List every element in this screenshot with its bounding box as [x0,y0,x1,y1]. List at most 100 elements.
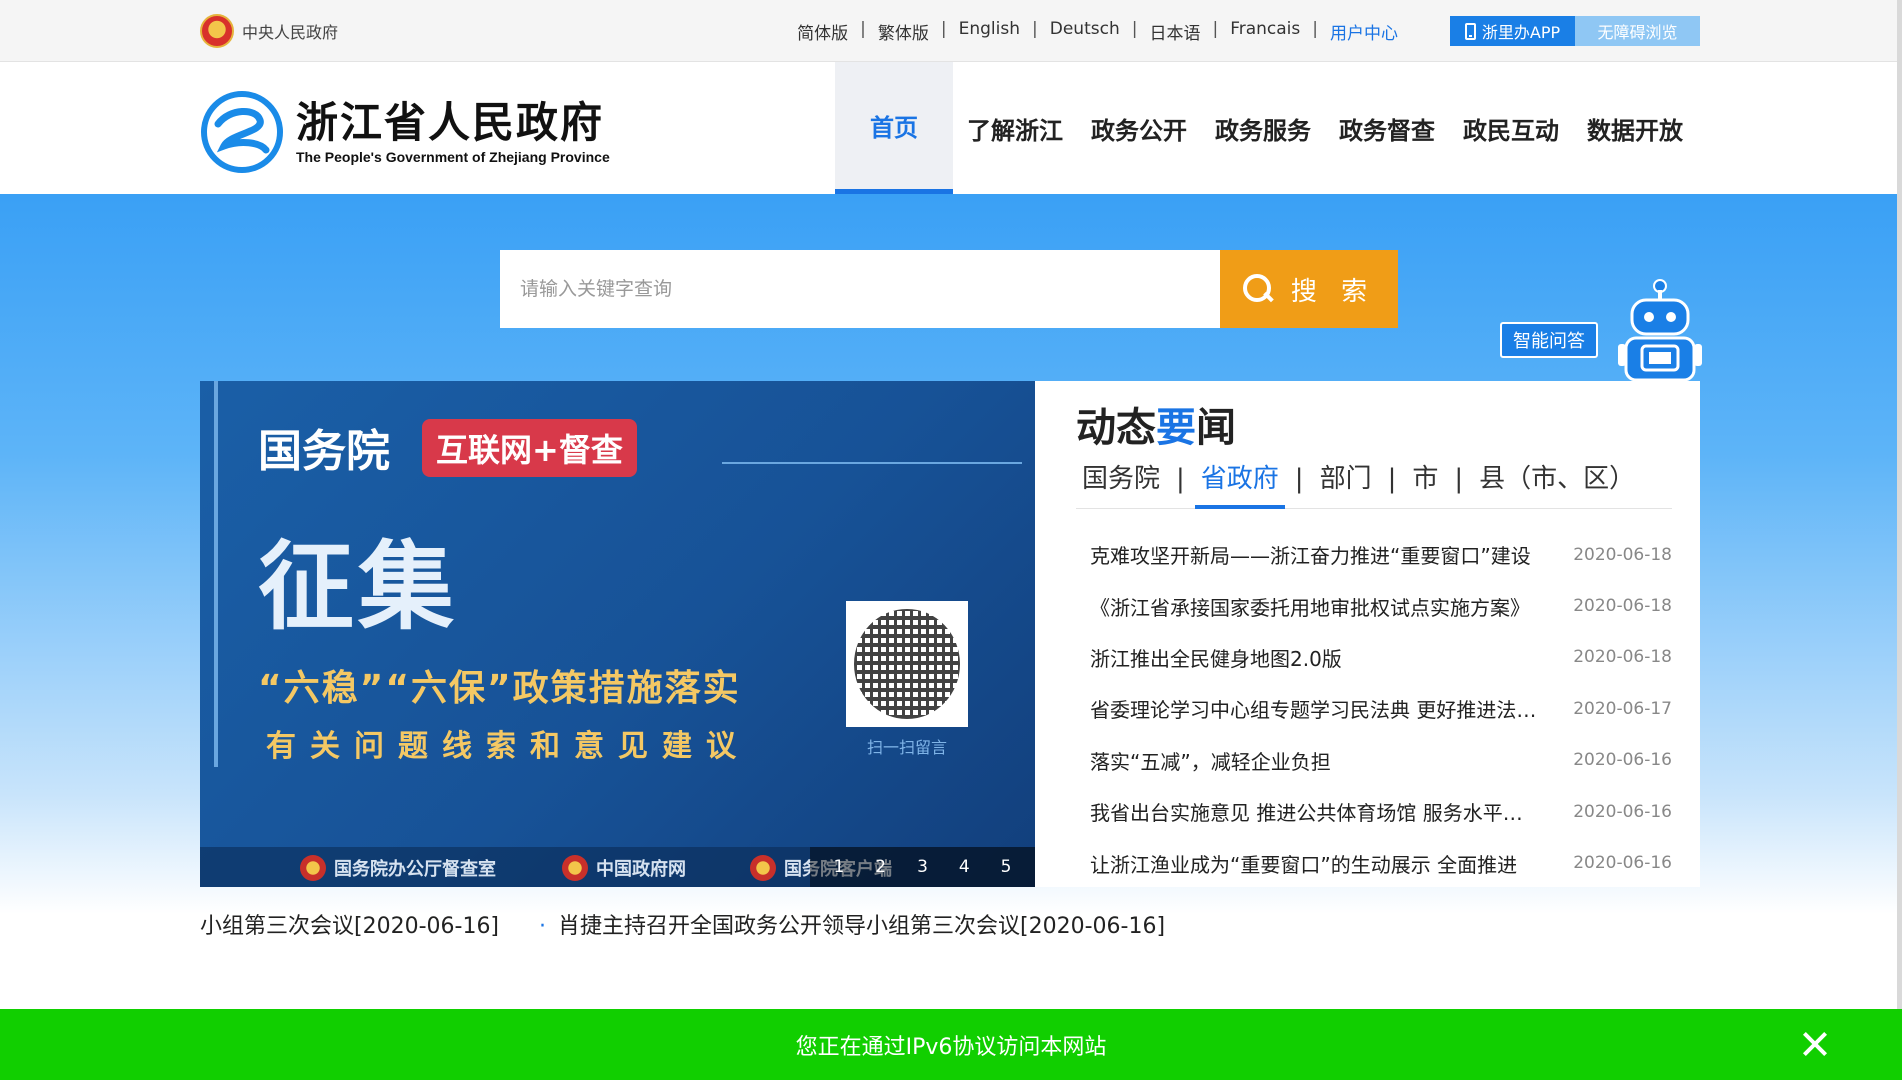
news-title: 省委理论学习中心组专题学习民法典 更好推进法治浙江建设 [1090,698,1542,723]
language-switcher: 简体版 | 繁体版 | English | Deutsch | 日本语 | Francai… [785,19,1410,44]
slide-4[interactable]: 4 [959,857,970,877]
slide-1[interactable]: 1 [833,857,844,877]
ipv6-notice-text: 您正在通过IPv6协议访问本网站 [795,1034,1107,1060]
news-item[interactable]: 让浙江渔业成为“重要窗口”的生动展示 全面推进 2020-06-16 [1076,837,1672,888]
banner-title-tag: 互联网+督查 [422,419,637,477]
news-section-title: 动态要闻 [1076,395,1236,453]
close-icon[interactable] [1798,1027,1832,1061]
bullet-icon: · [539,914,547,939]
nav-about-zhejiang[interactable]: 了解浙江 [953,62,1077,194]
site-header: 浙江省人民政府 The People's Government of Zheji… [0,62,1902,194]
zhejiang-logo-icon [201,91,283,173]
ticker-text: 肖捷主持召开全国政务公开领导小组第三次会议[2020-06-16] [558,914,1166,939]
ai-assistant-label[interactable]: 智能问答 [1500,322,1598,358]
banner-divider [722,462,1022,464]
news-item[interactable]: 《浙江省承接国家委托用地审批权试点实施方案》 2020-06-18 [1076,580,1672,631]
carousel-banner[interactable]: 国务院 互联网+督查 征集 “六稳”“六保”政策措施落实 有关问题线索和意见建议… [200,381,1035,887]
news-item[interactable]: 浙江推出全民健身地图2.0版 2020-06-18 [1076,632,1672,683]
qr-code [846,601,968,727]
top-utility-bar: 中央人民政府 简体版 | 繁体版 | English | Deutsch | 日本语 | … [0,0,1902,62]
banner-footer-label: 国务院办公厅督查室 [334,859,496,880]
logo-chinese-name: 浙江省人民政府 [296,98,605,147]
news-date: 2020-06-18 [1573,544,1672,565]
emblem-icon [300,855,326,881]
news-ticker: 小组第三次会议[2020-06-16] · 肖捷主持召开全国政务公开领导小组第三次… [200,908,1165,940]
qr-caption: 扫一扫留言 [866,738,947,757]
user-center-link[interactable]: 用户中心 [1318,19,1410,44]
emblem-icon [750,855,776,881]
slide-5[interactable]: 5 [1001,857,1012,877]
lang-german[interactable]: Deutsch [1038,19,1132,44]
nav-supervision[interactable]: 政务督查 [1325,62,1449,194]
search-bar: 搜 索 [500,250,1398,328]
news-tabs: 国务院 | 省政府 | 部门 | 市 | 县（市、区） [1076,461,1672,509]
nav-interaction[interactable]: 政民互动 [1449,62,1573,194]
page-scrollbar[interactable] [1897,0,1902,1009]
title-part: 闻 [1196,405,1236,451]
lang-french[interactable]: Francais [1218,19,1312,44]
app-download-button[interactable]: 浙里办APP [1450,16,1575,46]
news-list: 克难攻坚开新局——浙江奋力推进“重要窗口”建设 2020-06-18 《浙江省承接… [1076,529,1672,889]
nav-home[interactable]: 首页 [835,62,953,194]
banner-line-2: 有关问题线索和意见建议 [266,729,750,764]
news-title: 克难攻坚开新局——浙江奋力推进“重要窗口”建设 [1090,544,1531,569]
divider: | [1176,464,1185,494]
nav-gov-affairs-open[interactable]: 政务公开 [1077,62,1201,194]
ticker-item[interactable]: · 肖捷主持召开全国政务公开领导小组第三次会议[2020-06-16] [539,908,1165,940]
banner-title: 国务院 [258,426,390,477]
lang-japanese[interactable]: 日本语 [1137,19,1212,44]
search-input[interactable] [500,250,1220,328]
news-item[interactable]: 落实“五减”，减轻企业负担 2020-06-16 [1076,735,1672,786]
tab-departments[interactable]: 部门 [1314,461,1378,509]
news-date: 2020-06-18 [1573,647,1672,668]
lang-traditional[interactable]: 繁体版 [866,19,941,44]
site-logo[interactable]: 浙江省人民政府 The People's Government of Zheji… [200,90,610,174]
news-item[interactable]: 省委理论学习中心组专题学习民法典 更好推进法治浙江建设 2020-06-17 [1076,683,1672,734]
accessibility-button[interactable]: 无障碍浏览 [1575,16,1700,46]
news-date: 2020-06-18 [1573,596,1672,617]
nav-open-data[interactable]: 数据开放 [1573,62,1697,194]
central-gov-label: 中央人民政府 [242,23,339,42]
search-button[interactable]: 搜 索 [1220,250,1398,328]
search-button-label: 搜 索 [1290,276,1376,307]
news-title: 《浙江省承接国家委托用地审批权试点实施方案》 [1090,595,1530,620]
main-nav: 首页 了解浙江 政务公开 政务服务 政务督查 政民互动 数据开放 [835,62,1697,194]
slide-2[interactable]: 2 [875,857,886,877]
tab-cities[interactable]: 市 [1406,461,1444,509]
phone-icon [1464,22,1476,40]
news-date: 2020-06-16 [1573,801,1672,822]
banner-frame-line [214,381,218,767]
national-emblem-icon [200,14,234,48]
tab-state-council[interactable]: 国务院 [1076,461,1166,509]
central-gov-link[interactable]: 中央人民政府 [200,14,338,48]
news-title: 让浙江渔业成为“重要窗口”的生动展示 全面推进 [1090,852,1518,877]
divider: | [1387,464,1397,494]
app-button-label: 浙里办APP [1481,23,1561,42]
slide-3[interactable]: 3 [917,857,928,877]
banner-headline: 征集 [258,530,458,643]
news-item[interactable]: 克难攻坚开新局——浙江奋力推进“重要窗口”建设 2020-06-18 [1076,529,1672,580]
banner-footer-item: 国务院办公厅督查室 [300,855,496,881]
robot-assistant-icon[interactable] [1618,278,1702,382]
logo-english-name: The People's Government of Zhejiang Prov… [296,149,610,165]
title-part: 动态 [1076,405,1156,451]
tab-counties[interactable]: 县（市、区） [1473,461,1641,509]
nav-gov-services[interactable]: 政务服务 [1201,62,1325,194]
title-highlight: 要 [1156,405,1196,451]
divider: | [1294,464,1304,494]
news-title: 浙江推出全民健身地图2.0版 [1090,646,1342,671]
news-date: 2020-06-16 [1573,750,1672,771]
lang-english[interactable]: English [947,19,1032,44]
divider: | [1454,464,1464,494]
content-panel: 国务院 互联网+督查 征集 “六稳”“六保”政策措施落实 有关问题线索和意见建议… [200,381,1700,887]
news-panel: 动态要闻 国务院 | 省政府 | 部门 | 市 | 县（市、区） 克难攻坚开新局——浙江… [1076,381,1676,887]
news-item[interactable]: 我省出台实施意见 推进公共体育场馆 服务水平提升 2020-06-16 [1076,786,1672,837]
carousel-pagination: 1 2 3 4 5 [810,847,1035,887]
tab-provincial-gov[interactable]: 省政府 [1194,461,1285,509]
lang-simplified[interactable]: 简体版 [785,19,860,44]
news-date: 2020-06-17 [1573,698,1672,719]
news-title: 我省出台实施意见 推进公共体育场馆 服务水平提升 [1090,801,1542,826]
news-title: 落实“五减”，减轻企业负担 [1090,749,1331,774]
banner-footer-label: 中国政府网 [596,859,686,880]
ticker-item[interactable]: 小组第三次会议[2020-06-16] [200,908,499,940]
